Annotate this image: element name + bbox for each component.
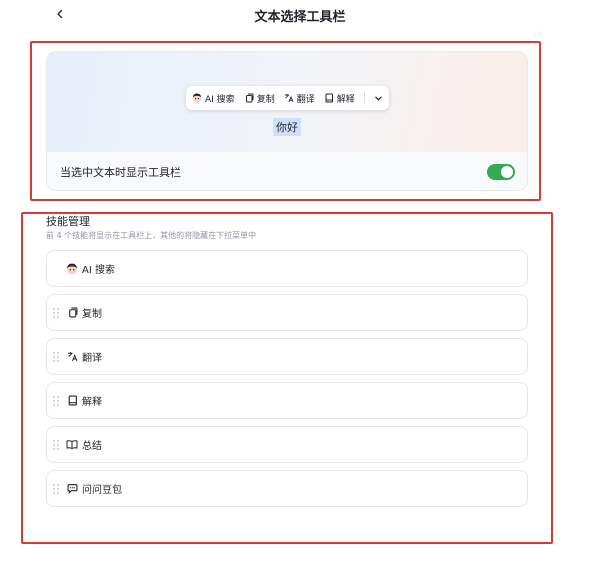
toolbar-ai-search[interactable]: AI 搜索: [192, 92, 235, 105]
copy-icon: [66, 307, 78, 319]
toggle-knob: [501, 166, 513, 178]
drag-handle-icon[interactable]: [52, 351, 60, 363]
toolbar-ai-search-label: AI 搜索: [205, 94, 235, 105]
preview-area: AI 搜索 复制 翻译 解释 你好: [47, 52, 527, 152]
toolbar-copy-label: 复制: [256, 94, 275, 105]
show-toolbar-toggle[interactable]: [487, 164, 515, 180]
skill-label: AI 搜索: [82, 265, 115, 276]
skill-list: AI 搜索 复制 翻译 解释 总结 问问豆包: [46, 250, 528, 514]
toolbar-translate[interactable]: 翻译: [284, 92, 315, 105]
skill-label: 翻译: [82, 353, 102, 364]
preview-card: AI 搜索 复制 翻译 解释 你好 当选中文本时显示工具栏: [46, 51, 528, 191]
toolbar-translate-label: 翻译: [296, 94, 315, 105]
skill-label: 总结: [82, 441, 102, 452]
book-icon: [66, 395, 78, 407]
skill-item-summarize[interactable]: 总结: [46, 426, 528, 463]
skill-item-ask-doubao[interactable]: 问问豆包: [46, 470, 528, 507]
drag-handle-icon[interactable]: [52, 439, 60, 451]
page-title: 文本选择工具栏: [254, 10, 346, 25]
ai-avatar-icon: [192, 93, 202, 103]
skills-title: 技能管理: [46, 215, 90, 228]
skill-item-ai-search[interactable]: AI 搜索: [46, 250, 528, 287]
skill-label: 解释: [82, 397, 102, 408]
drag-handle-icon[interactable]: [52, 395, 60, 407]
drag-handle-icon[interactable]: [52, 483, 60, 495]
chat-bubble-icon: [66, 483, 78, 495]
open-book-icon: [66, 439, 78, 451]
skill-label: 复制: [82, 309, 102, 320]
copy-icon: [245, 93, 254, 103]
skill-label: 问问豆包: [82, 485, 122, 496]
toolbar-explain[interactable]: 解释: [324, 92, 355, 105]
translate-icon: [66, 351, 78, 363]
selected-text: 你好: [273, 118, 301, 136]
translate-icon: [284, 94, 294, 103]
book-icon: [325, 93, 333, 103]
drag-handle-icon[interactable]: [52, 307, 60, 319]
toolbar-more-button[interactable]: [374, 94, 383, 103]
skill-item-translate[interactable]: 翻译: [46, 338, 528, 375]
skill-item-copy[interactable]: 复制: [46, 294, 528, 331]
show-toolbar-setting: 当选中文本时显示工具栏: [47, 152, 527, 190]
chevron-down-icon: [374, 96, 382, 100]
skills-description: 前 4 个技能将显示在工具栏上，其他的将隐藏在下拉菜单中: [46, 231, 257, 240]
toolbar-explain-label: 解释: [336, 94, 355, 105]
selection-toolbar: AI 搜索 复制 翻译 解释: [186, 86, 389, 110]
toolbar-divider: [363, 92, 365, 104]
ai-avatar-icon: [66, 263, 78, 275]
skill-item-explain[interactable]: 解释: [46, 382, 528, 419]
toolbar-copy[interactable]: 复制: [244, 92, 275, 105]
header: 文本选择工具栏: [0, 0, 600, 30]
show-toolbar-label: 当选中文本时显示工具栏: [60, 166, 181, 179]
